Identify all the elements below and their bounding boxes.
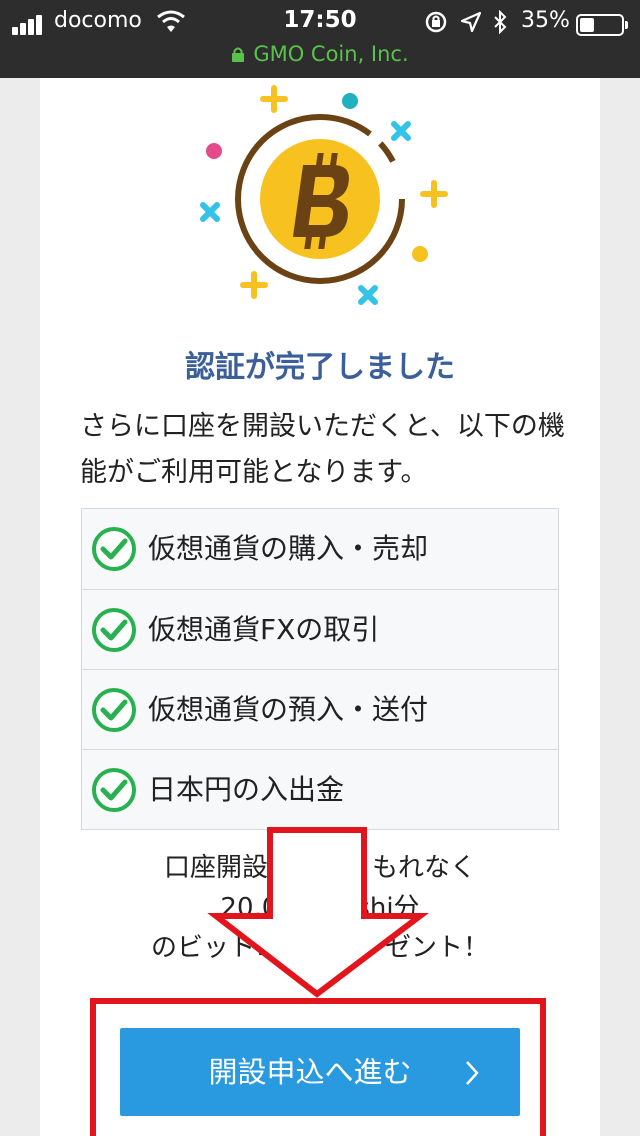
bluetooth-icon [494, 10, 507, 34]
check-circle-icon [92, 768, 136, 812]
feature-label: 日本円の入出金 [148, 773, 345, 806]
rotation-lock-icon [425, 11, 447, 33]
promo-line: のビットコ プレゼント！ [150, 933, 489, 963]
promo-line: 口座開設 もれなく [163, 853, 476, 883]
pink-dot [206, 143, 222, 159]
site-name: GMO Coin, Inc. [253, 42, 409, 66]
lock-icon [232, 47, 245, 62]
check-circle-icon [92, 527, 136, 571]
chevron-right-icon [466, 1061, 479, 1085]
check-circle-icon [92, 608, 136, 652]
list-item: 日本円の入出金 [82, 749, 558, 829]
list-item: 仮想通貨の預入・送付 [82, 669, 558, 749]
yellow-dot [412, 246, 428, 262]
feature-list: 仮想通貨の購入・売却 仮想通貨FXの取引 仮想通貨の預入・送付 日本円の入出金 [81, 508, 559, 830]
teal-dot [342, 93, 358, 109]
list-item: 仮想通貨FXの取引 [82, 589, 558, 669]
battery-icon [576, 14, 628, 36]
battery-percent: 35% [521, 8, 570, 33]
list-item: 仮想通貨の購入・売却 [82, 509, 558, 589]
promo-line: 20,0 shi分 [220, 893, 420, 923]
status-bar: docomo 17:50 35% GMO Coin, Inc. [0, 0, 640, 78]
feature-label: 仮想通貨の預入・送付 [148, 693, 429, 726]
feature-label: 仮想通貨の購入・売却 [148, 532, 429, 565]
feature-label: 仮想通貨FXの取引 [148, 613, 380, 646]
bitcoin-illustration [200, 85, 448, 305]
apply-button-label: 開設申込へ進む [208, 1055, 412, 1089]
description-text: さらに口座を開設いただくと、以下の機能がご利用可能となります。 [80, 411, 565, 488]
location-arrow-icon [460, 11, 482, 33]
page-title: 認証が完了しました [185, 350, 455, 385]
check-circle-icon [92, 688, 136, 732]
apply-button[interactable]: 開設申込へ進む [120, 1028, 520, 1116]
site-identity: GMO Coin, Inc. [0, 42, 640, 66]
promo-text: 口座開設 もれなく 20,0 shi分 のビットコ プレゼント！ [40, 848, 600, 968]
